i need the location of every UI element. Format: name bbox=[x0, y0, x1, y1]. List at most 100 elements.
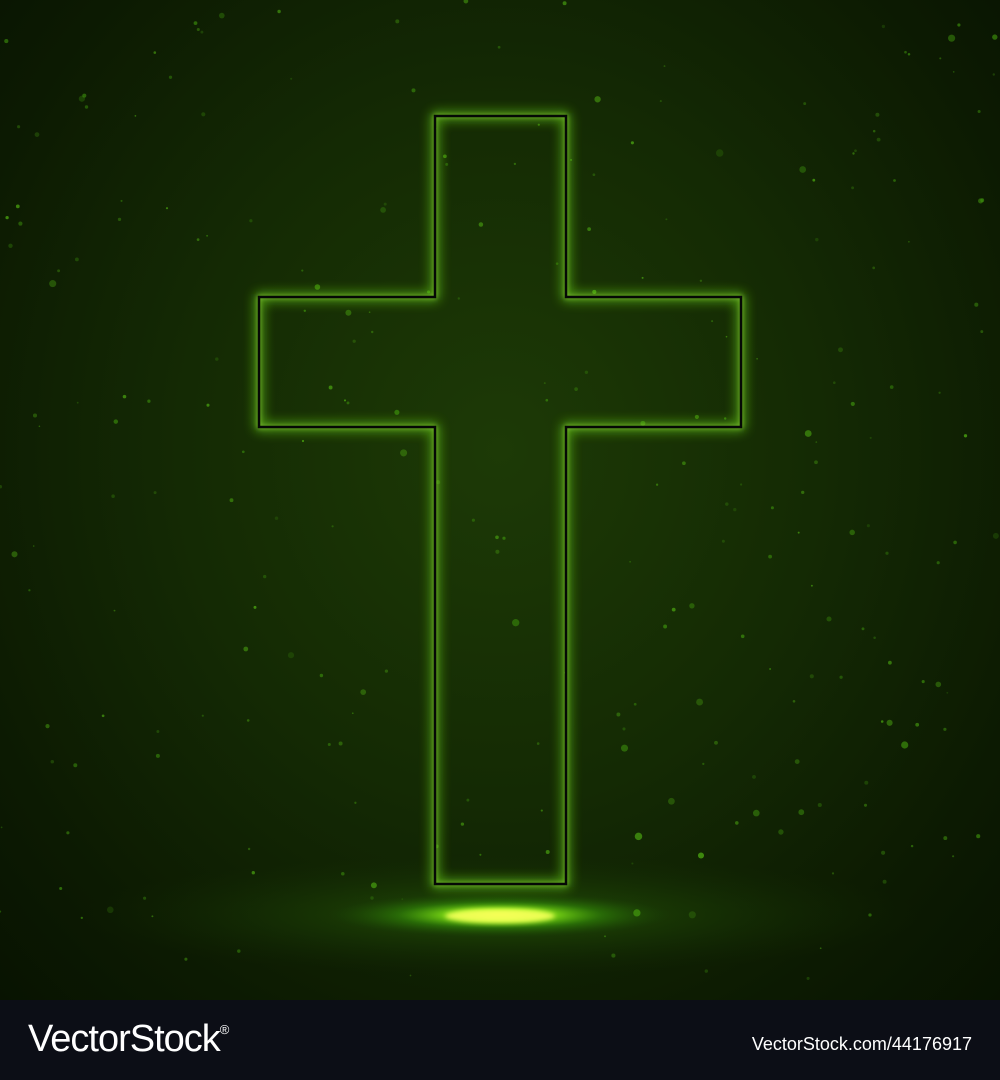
sparkle-dot bbox=[938, 391, 941, 394]
sparkle-dot bbox=[113, 419, 119, 424]
sparkle-dot bbox=[812, 178, 816, 182]
sparkle-dot bbox=[15, 204, 20, 209]
sparkle-dot bbox=[277, 9, 281, 14]
sparkle-dot bbox=[82, 93, 87, 98]
sparkle-dot bbox=[319, 673, 324, 678]
sparkle-dot bbox=[815, 441, 818, 443]
sparkle-dot bbox=[218, 12, 225, 19]
sparkle-dot bbox=[368, 311, 371, 314]
sparkle-dot bbox=[792, 699, 796, 703]
sparkle-dot bbox=[206, 403, 210, 407]
sparkle-dot bbox=[574, 387, 578, 391]
sparkle-dot bbox=[196, 238, 200, 241]
sparkle-dot bbox=[383, 202, 387, 206]
sparkle-dot bbox=[536, 742, 540, 745]
sparkle-dot bbox=[694, 414, 699, 419]
sparkle-dot bbox=[839, 675, 843, 679]
sparkle-dot bbox=[833, 381, 836, 384]
sparkle-dot bbox=[735, 821, 739, 825]
sparkle-dot bbox=[76, 401, 79, 404]
sparkle-dot bbox=[725, 335, 728, 338]
sparkle-dot bbox=[101, 714, 105, 718]
sparkle-dot bbox=[153, 491, 157, 495]
sparkle-dot bbox=[594, 96, 601, 103]
sparkle-dot bbox=[814, 460, 818, 465]
sparkle-dot bbox=[702, 762, 705, 766]
sparkle-dot bbox=[351, 712, 354, 715]
sparkle-dot bbox=[885, 551, 889, 555]
sparkle-dot bbox=[864, 780, 869, 785]
sparkle-dot bbox=[849, 529, 855, 536]
sparkle-dot bbox=[948, 34, 956, 42]
sparkle-dot bbox=[992, 73, 996, 76]
sparkle-dot bbox=[629, 560, 631, 563]
sparkle-dot bbox=[872, 266, 876, 270]
sparkle-dot bbox=[66, 831, 70, 835]
sparkle-dot bbox=[73, 763, 78, 768]
sparkle-dot bbox=[668, 797, 675, 805]
sparkle-dot bbox=[537, 123, 540, 126]
sparkle-dot bbox=[495, 535, 499, 540]
sparkle-dot bbox=[633, 702, 637, 706]
sparkle-dot bbox=[910, 844, 914, 848]
sparkle-dot bbox=[196, 27, 200, 32]
sparkle-dot bbox=[34, 132, 40, 137]
sparkle-dot bbox=[882, 879, 887, 884]
sparkle-dot bbox=[974, 302, 979, 307]
sparkle-dot bbox=[908, 240, 910, 243]
sparkle-dot bbox=[806, 976, 810, 980]
sparkle-dot bbox=[555, 262, 559, 265]
sparkle-dot bbox=[345, 309, 352, 316]
sparkle-dot bbox=[206, 234, 209, 237]
sparkle-dot bbox=[346, 401, 350, 405]
sparkle-dot bbox=[32, 413, 38, 418]
sparkle-dot bbox=[809, 674, 814, 679]
sparkle-dot bbox=[463, 0, 469, 4]
sparkle-dot bbox=[696, 698, 704, 706]
sparkle-dot bbox=[641, 276, 644, 279]
sparkle-dot bbox=[495, 549, 500, 554]
sparkle-dot bbox=[592, 289, 597, 294]
sparkle-particles bbox=[0, 0, 999, 980]
cross-glow bbox=[256, 113, 744, 887]
sparkle-dot bbox=[875, 112, 880, 117]
sparkle-dot bbox=[229, 498, 234, 503]
sparkle-dot bbox=[630, 141, 634, 145]
sparkle-dot bbox=[616, 712, 621, 717]
sparkle-dot bbox=[936, 561, 940, 565]
sparkle-dot bbox=[952, 71, 955, 73]
brand-name: VectorStock bbox=[28, 1018, 221, 1060]
sparkle-dot bbox=[134, 115, 137, 117]
sparkle-dot bbox=[328, 385, 333, 390]
sparkle-dot bbox=[946, 691, 949, 694]
sparkle-dot bbox=[852, 152, 855, 155]
sparkle-dot bbox=[263, 574, 267, 579]
sparkle-dot bbox=[426, 290, 431, 294]
sparkle-dot bbox=[331, 525, 334, 528]
sparkle-dot bbox=[768, 554, 773, 559]
sparkle-dot bbox=[215, 357, 219, 361]
sparkle-dot bbox=[445, 162, 449, 166]
sparkle-dot bbox=[247, 847, 251, 851]
sparkle-dot bbox=[733, 507, 737, 512]
sparkle-dot bbox=[201, 714, 204, 717]
sparkle-dot bbox=[545, 850, 550, 854]
sparkle-dot bbox=[838, 347, 843, 353]
sparkle-dot bbox=[274, 516, 279, 520]
sparkle-dot bbox=[5, 215, 9, 220]
artwork-canvas bbox=[0, 0, 999, 980]
sparkle-dot bbox=[301, 439, 305, 443]
sparkle-dot bbox=[153, 51, 157, 54]
sparkle-dot bbox=[815, 237, 819, 242]
sparkle-dot bbox=[38, 425, 41, 428]
sparkle-dot bbox=[147, 399, 151, 403]
sparkle-dot bbox=[992, 34, 998, 40]
sparkle-dot bbox=[881, 850, 886, 855]
sparkle-dot bbox=[409, 974, 412, 977]
sparkle-dot bbox=[721, 539, 725, 543]
sparkle-dot bbox=[471, 518, 475, 522]
sparkle-dot bbox=[756, 357, 758, 360]
sparkle-dot bbox=[512, 619, 520, 627]
sparkle-dot bbox=[861, 627, 865, 631]
sparkle-dot bbox=[659, 100, 662, 103]
